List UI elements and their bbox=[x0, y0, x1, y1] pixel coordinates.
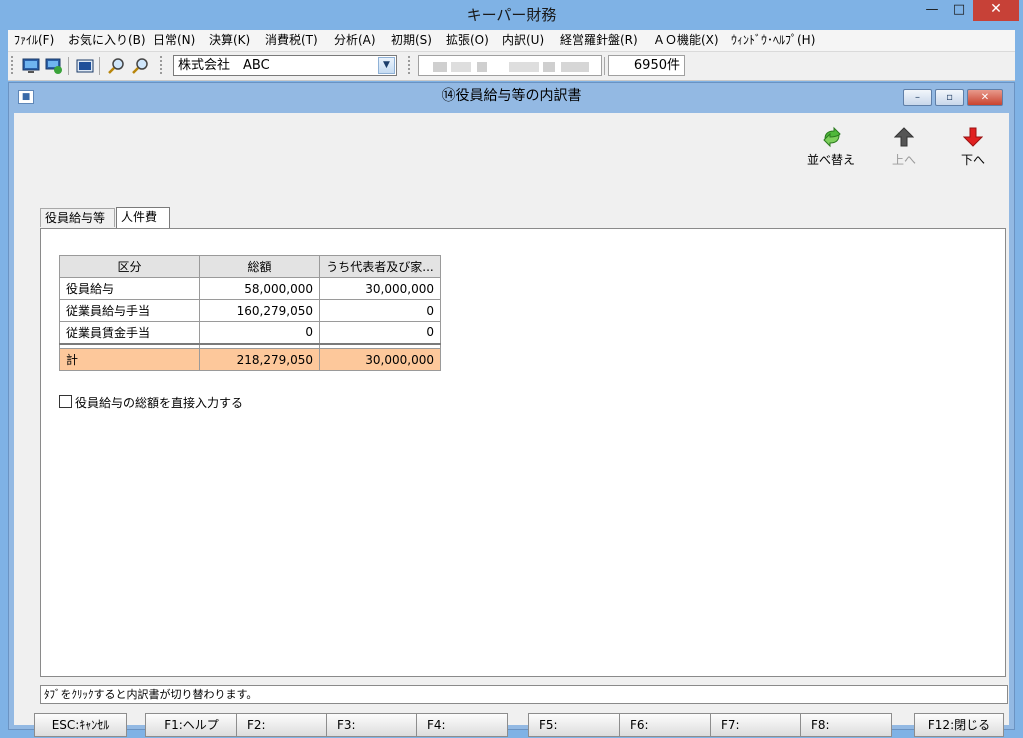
menu-file[interactable]: ﾌｧｲﾙ(F) bbox=[14, 30, 54, 51]
document-close-button[interactable]: ✕ bbox=[967, 89, 1003, 106]
move-down-label: 下へ bbox=[960, 153, 985, 167]
arrow-up-icon bbox=[894, 127, 914, 147]
cell-total[interactable]: 160,279,050 bbox=[199, 299, 320, 322]
app-titlebar[interactable]: キーパー財務 — □ ✕ bbox=[0, 0, 1023, 30]
menu-initial[interactable]: 初期(S) bbox=[391, 30, 432, 51]
column-header-representative[interactable]: うち代表者及び家... bbox=[319, 255, 441, 278]
tab-personnel-cost[interactable]: 人件費 bbox=[116, 207, 170, 228]
menu-bar: ﾌｧｲﾙ(F) お気に入り(B) 日常(N) 決算(K) 消費税(T) 分析(A… bbox=[8, 30, 1015, 52]
cell-total[interactable]: 0 bbox=[199, 321, 320, 344]
masked-info-field bbox=[418, 55, 602, 76]
move-up-button[interactable]: 上へ bbox=[869, 125, 939, 169]
document-window: ■ ⑭役員給与等の内訳書 – ▫ ✕ 並べ替え 上へ 下へ 役員給与等 人件費 … bbox=[8, 82, 1015, 737]
zoom-in-icon[interactable] bbox=[107, 57, 125, 75]
table-header-row: 区分 総額 うち代表者及び家... bbox=[59, 255, 441, 278]
document-title: ⑭役員給与等の内訳書 bbox=[441, 88, 582, 104]
toolbar: 株式会社 ABC ▼ 6950件 bbox=[8, 52, 1015, 81]
status-message: ﾀﾌﾞをｸﾘｯｸすると内訳書が切り替わります。 bbox=[40, 685, 1008, 704]
menu-analysis[interactable]: 分析(A) bbox=[334, 30, 376, 51]
menu-consumption-tax[interactable]: 消費税(T) bbox=[265, 30, 318, 51]
menu-extension[interactable]: 拡張(O) bbox=[446, 30, 489, 51]
app-window: キーパー財務 — □ ✕ ﾌｧｲﾙ(F) お気に入り(B) 日常(N) 決算(K… bbox=[0, 0, 1023, 738]
menu-daily[interactable]: 日常(N) bbox=[153, 30, 195, 51]
menu-compass[interactable]: 経営羅針盤(R) bbox=[560, 30, 638, 51]
mask-block bbox=[477, 62, 487, 72]
company-select[interactable]: 株式会社 ABC ▼ bbox=[173, 55, 397, 76]
cell-category[interactable]: 従業員賃金手当 bbox=[59, 321, 200, 344]
menu-ao[interactable]: ＡＯ機能(X) bbox=[653, 30, 719, 51]
f2-button[interactable]: F2: bbox=[236, 713, 328, 737]
screen-icon[interactable] bbox=[76, 57, 94, 75]
menu-window-help[interactable]: ｳｨﾝﾄﾞｳ･ﾍﾙﾌﾟ(H) bbox=[731, 30, 815, 51]
cell-category[interactable]: 従業員給与手当 bbox=[59, 299, 200, 322]
column-header-total[interactable]: 総額 bbox=[199, 255, 320, 278]
toolbar-separator bbox=[99, 57, 100, 75]
toolbar-separator bbox=[604, 57, 605, 75]
maximize-button[interactable]: □ bbox=[946, 0, 972, 21]
record-count: 6950件 bbox=[608, 55, 685, 76]
arrow-down-icon bbox=[963, 127, 983, 147]
personnel-cost-table: 区分 総額 うち代表者及び家... 役員給与 58,000,000 30,000… bbox=[59, 255, 441, 371]
tab-officer-pay[interactable]: 役員給与等 bbox=[40, 208, 115, 227]
cell-representative[interactable]: 0 bbox=[319, 299, 441, 322]
mask-block bbox=[451, 62, 471, 72]
cell-representative[interactable]: 30,000,000 bbox=[319, 277, 441, 300]
mask-block bbox=[509, 62, 539, 72]
menu-favorites[interactable]: お気に入り(B) bbox=[68, 30, 146, 51]
total-sum: 218,279,050 bbox=[199, 348, 320, 371]
mask-block bbox=[561, 62, 589, 72]
document-maximize-button[interactable]: ▫ bbox=[935, 89, 964, 106]
direct-input-checkbox[interactable]: 役員給与の総額を直接入力する bbox=[59, 395, 243, 411]
column-header-category[interactable]: 区分 bbox=[59, 255, 200, 278]
total-label: 計 bbox=[59, 348, 200, 371]
monitor-refresh-icon[interactable] bbox=[45, 57, 63, 75]
f7-button[interactable]: F7: bbox=[710, 713, 802, 737]
f6-button[interactable]: F6: bbox=[619, 713, 711, 737]
table-row[interactable]: 従業員給与手当 160,279,050 0 bbox=[59, 299, 441, 322]
table-row[interactable]: 従業員賃金手当 0 0 bbox=[59, 321, 441, 344]
move-down-button[interactable]: 下へ bbox=[938, 125, 1008, 169]
f5-button[interactable]: F5: bbox=[528, 713, 621, 737]
cell-representative[interactable]: 0 bbox=[319, 321, 441, 344]
mask-block bbox=[433, 62, 447, 72]
monitor-icon[interactable] bbox=[22, 57, 40, 75]
app-title: キーパー財務 bbox=[466, 6, 557, 24]
esc-cancel-button[interactable]: ESC:ｷｬﾝｾﾙ bbox=[34, 713, 127, 737]
mask-block bbox=[543, 62, 555, 72]
close-button[interactable]: ✕ bbox=[973, 0, 1019, 21]
direct-input-label: 役員給与の総額を直接入力する bbox=[75, 396, 244, 410]
sort-button[interactable]: 並べ替え bbox=[796, 125, 866, 169]
sort-icon bbox=[823, 126, 841, 148]
move-up-label: 上へ bbox=[891, 153, 916, 167]
menu-settlement[interactable]: 決算(K) bbox=[209, 30, 250, 51]
checkbox-box[interactable] bbox=[59, 395, 72, 408]
f12-close-button[interactable]: F12:閉じる bbox=[914, 713, 1004, 737]
document-minimize-button[interactable]: – bbox=[903, 89, 932, 106]
table-row[interactable]: 役員給与 58,000,000 30,000,000 bbox=[59, 277, 441, 300]
tab-panel: 区分 総額 うち代表者及び家... 役員給与 58,000,000 30,000… bbox=[40, 228, 1006, 677]
minimize-button[interactable]: — bbox=[918, 0, 946, 21]
cell-category[interactable]: 役員給与 bbox=[59, 277, 200, 300]
total-representative: 30,000,000 bbox=[319, 348, 441, 371]
table-total-row: 計 218,279,050 30,000,000 bbox=[59, 348, 441, 371]
toolbar-grip[interactable] bbox=[408, 56, 410, 76]
company-value: 株式会社 ABC bbox=[178, 58, 270, 73]
zoom-out-icon[interactable] bbox=[131, 57, 149, 75]
f3-button[interactable]: F3: bbox=[326, 713, 417, 737]
toolbar-grip[interactable] bbox=[160, 56, 162, 76]
menu-breakdown[interactable]: 内訳(U) bbox=[502, 30, 544, 51]
f4-button[interactable]: F4: bbox=[416, 713, 508, 737]
document-client-area: 並べ替え 上へ 下へ 役員給与等 人件費 区分 総額 うち代表者及び家... 役… bbox=[14, 113, 1009, 737]
sort-label: 並べ替え bbox=[806, 153, 855, 167]
cell-total[interactable]: 58,000,000 bbox=[199, 277, 320, 300]
f1-help-button[interactable]: F1:ヘルプ bbox=[145, 713, 238, 737]
f8-button[interactable]: F8: bbox=[800, 713, 892, 737]
toolbar-grip[interactable] bbox=[11, 56, 13, 76]
chevron-down-icon[interactable]: ▼ bbox=[378, 57, 395, 74]
toolbar-separator bbox=[68, 57, 69, 75]
